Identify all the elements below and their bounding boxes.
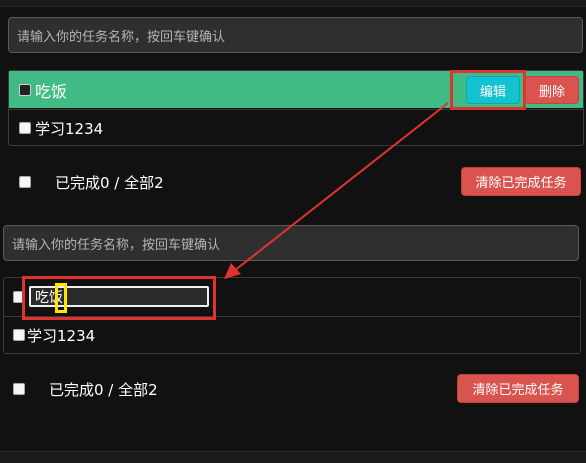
bottom-divider [0, 451, 586, 463]
search-placeholder-top: 请输入你的任务名称，按回车键确认 [17, 29, 226, 45]
todo-item-study[interactable]: 学习1234 [9, 109, 583, 146]
delete-button[interactable]: 删除 [525, 76, 579, 104]
todo-item-study-bottom[interactable]: 学习1234 [4, 316, 580, 353]
footer-top: 已完成0 / 全部2 [19, 170, 164, 194]
task-search-input-top[interactable]: 请输入你的任务名称，按回车键确认 [8, 17, 583, 53]
todo-label-study-bottom: 学习1234 [27, 326, 96, 345]
completion-summary-bottom: 已完成0 / 全部2 [49, 380, 158, 399]
task-search-input-bottom[interactable]: 请输入你的任务名称，按回车键确认 [3, 225, 579, 261]
annotation-box-edit-button [450, 70, 526, 110]
todo-checkbox-study[interactable] [19, 122, 31, 134]
completion-summary-top: 已完成0 / 全部2 [55, 173, 164, 192]
clear-completed-button-top[interactable]: 清除已完成任务 [461, 167, 581, 196]
todo-checkbox-study-bottom[interactable] [13, 329, 25, 341]
clear-completed-button-bottom[interactable]: 清除已完成任务 [457, 374, 579, 403]
footer-bottom: 已完成0 / 全部2 [13, 377, 158, 401]
annotation-box-caret [55, 283, 67, 313]
todo-label-eating: 吃饭 [35, 81, 68, 101]
todo-label-study: 学习1234 [35, 119, 104, 138]
top-divider [0, 0, 586, 7]
select-all-checkbox-bottom[interactable] [13, 383, 25, 395]
annotation-box-edit-input [22, 276, 216, 320]
search-placeholder-bottom: 请输入你的任务名称，按回车键确认 [12, 237, 221, 253]
screenshot-root: 请输入你的任务名称，按回车键确认 吃饭 编辑 删除 学习1234 已完成0 / … [0, 0, 586, 463]
select-all-checkbox-top[interactable] [19, 176, 31, 188]
todo-checkbox-eating[interactable] [19, 83, 31, 96]
